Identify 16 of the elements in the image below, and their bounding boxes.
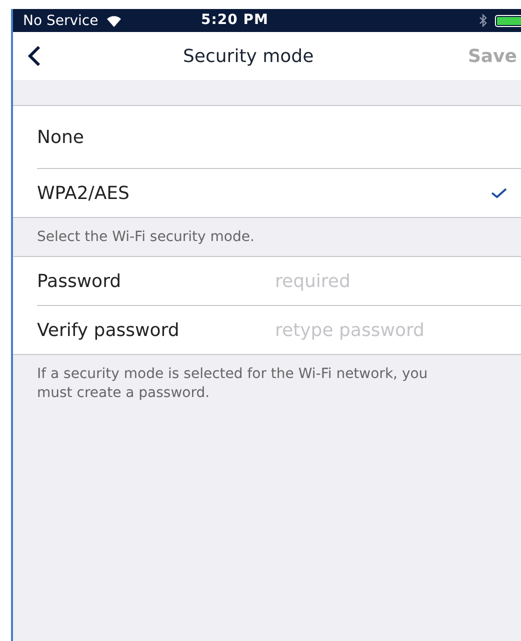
- field-label: Verify password: [37, 320, 180, 340]
- hint-text: If a security mode is selected for the Wi-Fi network, you must create a password.: [36, 365, 429, 403]
- bluetooth-icon: [479, 14, 487, 27]
- password-field[interactable]: required: [273, 270, 521, 292]
- time-text: 5:20 PM: [201, 12, 268, 28]
- checkmark-icon: [491, 188, 507, 198]
- security-option[interactable]: WPA2/AES: [37, 169, 521, 217]
- security-option[interactable]: None: [37, 106, 521, 169]
- password-field[interactable]: retype password: [273, 318, 521, 342]
- field-label: Password: [37, 270, 122, 292]
- hint-text: Select the Wi-Fi security mode.: [36, 228, 256, 247]
- carrier-text: No Service: [23, 12, 98, 28]
- battery-icon: [495, 14, 521, 26]
- screen-title: Security mode: [183, 46, 314, 66]
- wifi-icon: [106, 14, 122, 26]
- back-icon[interactable]: [27, 45, 41, 67]
